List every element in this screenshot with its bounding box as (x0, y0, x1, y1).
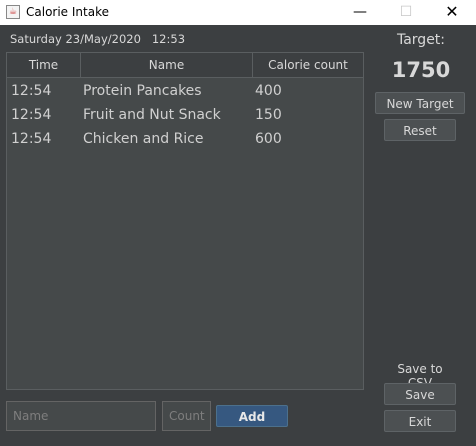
target-value: 1750 (391, 58, 451, 82)
row-calories: 600 (255, 131, 282, 147)
row-calories: 400 (255, 83, 282, 99)
row-name: Chicken and Rice (83, 131, 204, 147)
row-calories: 150 (255, 107, 282, 123)
name-input[interactable]: Name (6, 401, 156, 431)
row-name: Protein Pancakes (83, 83, 202, 99)
row-time: 12:54 (11, 83, 52, 99)
title-bar: ☕ Calorie Intake — ☐ ✕ (0, 0, 476, 25)
close-button[interactable]: ✕ (429, 0, 475, 25)
new-target-button[interactable]: New Target (375, 92, 465, 114)
calorie-intake-window: ☕ Calorie Intake — ☐ ✕ Saturday 23/May/2… (0, 0, 476, 446)
food-table[interactable]: Time Name Calorie count 12:54 Protein Pa… (6, 52, 364, 390)
row-name: Fruit and Nut Snack (83, 107, 221, 123)
exit-button[interactable]: Exit (384, 410, 456, 432)
add-button[interactable]: Add (216, 405, 288, 427)
column-header-time[interactable]: Time (7, 53, 81, 77)
column-header-name[interactable]: Name (81, 53, 253, 77)
row-time: 12:54 (11, 107, 52, 123)
target-label: Target: (396, 32, 446, 48)
maximize-button[interactable]: ☐ (383, 0, 429, 25)
count-input[interactable]: Count (162, 401, 211, 431)
table-row[interactable]: 12:54 Fruit and Nut Snack 150 (7, 103, 363, 127)
window-title: Calorie Intake (26, 5, 109, 19)
minimize-button[interactable]: — (337, 0, 383, 25)
column-header-calorie-count[interactable]: Calorie count (253, 53, 363, 77)
table-row[interactable]: 12:54 Chicken and Rice 600 (7, 127, 363, 151)
save-button[interactable]: Save (384, 383, 456, 405)
reset-button[interactable]: Reset (384, 119, 456, 141)
date-time-label: Saturday 23/May/2020 12:53 (10, 32, 186, 46)
table-row[interactable]: 12:54 Protein Pancakes 400 (7, 79, 363, 103)
row-time: 12:54 (11, 131, 52, 147)
table-header: Time Name Calorie count (7, 53, 363, 78)
name-input-placeholder: Name (13, 409, 49, 423)
java-app-icon: ☕ (6, 5, 20, 19)
count-input-placeholder: Count (169, 409, 205, 423)
